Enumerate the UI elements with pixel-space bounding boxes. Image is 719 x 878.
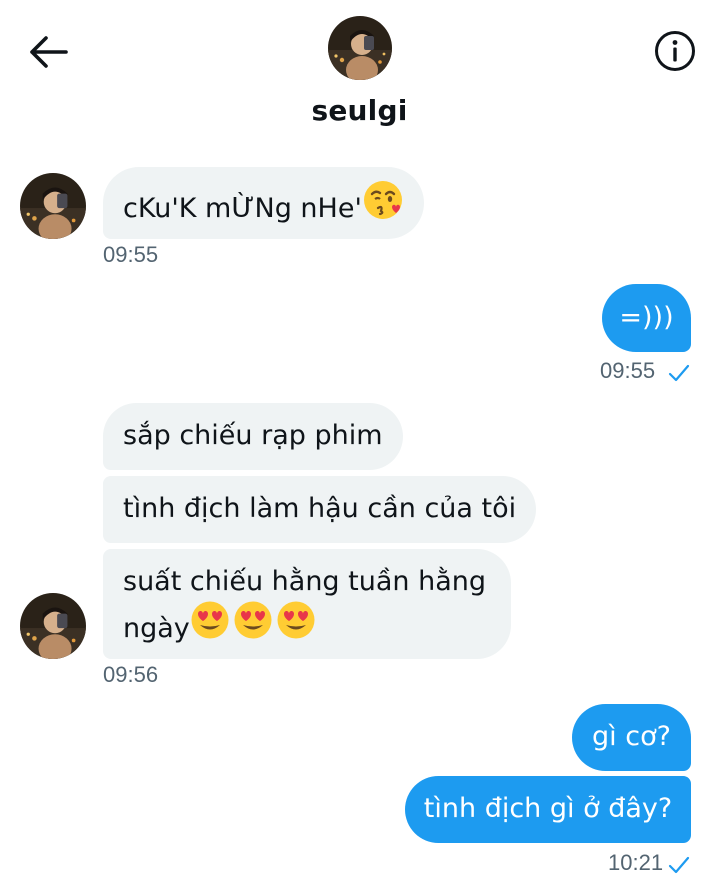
message-text: sắp chiếu rạp phim	[123, 420, 383, 451]
conversation-header: seulgi	[0, 0, 719, 140]
message-bubble[interactable]: =)))	[602, 284, 691, 352]
sent-check-icon	[668, 364, 690, 382]
message-text: tình địch làm hậu cần của tôi	[123, 493, 517, 524]
message-bubble[interactable]: sắp chiếu rạp phim	[103, 403, 403, 470]
heart-eyes-emoji	[190, 600, 316, 653]
message-text-line: ngày	[123, 613, 190, 644]
message-text-line: suất chiếu hằng tuần hằng	[123, 566, 486, 597]
message-timestamp: 10:21	[608, 850, 664, 875]
info-circle-icon	[655, 31, 695, 71]
message-bubble[interactable]: gì cơ?	[572, 704, 691, 771]
message-text: cKu'K mỪNg nHe'	[123, 193, 362, 224]
message-bubble[interactable]: tình địch gì ở đây?	[405, 776, 691, 843]
message-bubble[interactable]: cKu'K mỪNg nHe'	[103, 167, 424, 239]
message-text: tình địch gì ở đây?	[423, 793, 673, 824]
arrow-left-icon	[30, 36, 68, 68]
message-timestamp: 09:56	[103, 662, 159, 687]
sender-avatar[interactable]	[20, 173, 86, 239]
back-button[interactable]	[26, 32, 70, 72]
face-blowing-kiss-emoji	[362, 179, 404, 234]
sent-check-icon	[668, 856, 690, 874]
message-timestamp: 09:55	[600, 358, 656, 383]
message-bubble[interactable]: tình địch làm hậu cần của tôi	[103, 476, 537, 543]
message-text: gì cơ?	[592, 721, 671, 752]
message-timestamp: 09:55	[103, 242, 159, 267]
message-text: =)))	[619, 302, 674, 333]
conversation-info-button[interactable]	[654, 30, 696, 72]
conversation-name[interactable]: seulgi	[0, 94, 719, 127]
message-bubble[interactable]: suất chiếu hằng tuần hằng ngày	[103, 549, 511, 659]
header-avatar[interactable]	[328, 16, 392, 80]
sender-avatar[interactable]	[20, 593, 86, 659]
